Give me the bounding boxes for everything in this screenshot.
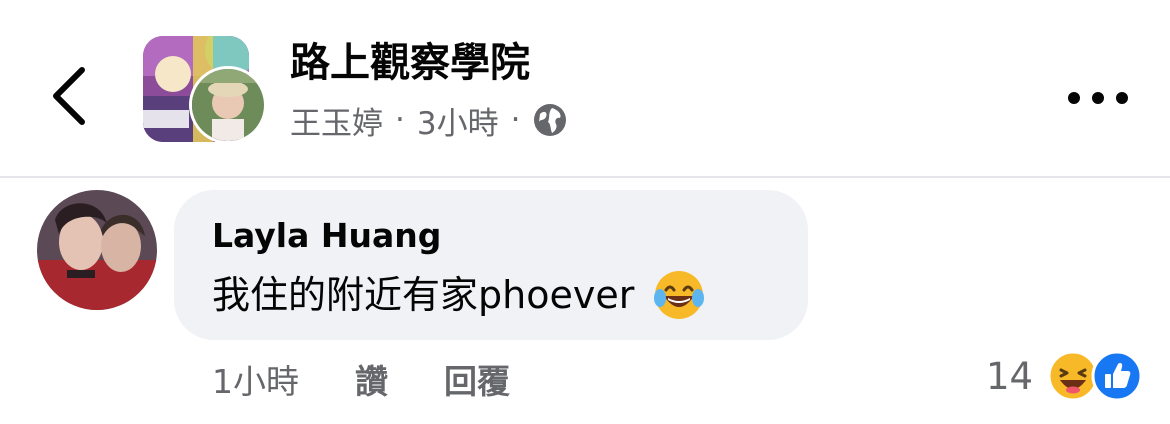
chevron-left-icon [53, 67, 85, 125]
more-options-button[interactable] [1060, 78, 1136, 118]
post-time[interactable]: 3小時 [417, 98, 499, 143]
back-button[interactable] [40, 60, 100, 132]
poster-name[interactable]: 王玉婷 [290, 98, 383, 143]
more-dot [1092, 92, 1104, 104]
separator-dot: · [510, 102, 521, 138]
comment-bubble: Layla Huang 我住的附近有家phoever [174, 190, 808, 340]
more-dot [1116, 92, 1128, 104]
more-dot [1068, 92, 1080, 104]
group-name[interactable]: 路上觀察學院 [290, 38, 530, 88]
separator-dot: · [395, 102, 405, 138]
reply-button[interactable]: 回覆 [444, 355, 510, 403]
divider [0, 176, 1170, 178]
globe-icon [532, 102, 568, 138]
post-meta: 王玉婷 · 3小時 · [290, 98, 568, 142]
comment-text-row: 我住的附近有家phoever [212, 268, 706, 322]
commenter-avatar[interactable] [37, 190, 157, 310]
laughing-tears-emoji-icon [652, 268, 706, 322]
like-button[interactable]: 讚 [355, 355, 388, 403]
post-header: 路上觀察學院 王玉婷 · 3小時 · [0, 0, 1170, 176]
comment-time[interactable]: 1小時 [212, 355, 299, 403]
comment-author[interactable]: Layla Huang [212, 214, 441, 258]
poster-avatar[interactable] [189, 66, 267, 144]
comment-actions: 1小時 讚 回覆 [212, 354, 566, 404]
like-reaction-icon [1091, 350, 1143, 402]
comment-text: 我住的附近有家phoever [212, 273, 635, 317]
reaction-summary[interactable]: 14 [986, 348, 1143, 404]
reaction-count: 14 [986, 354, 1034, 398]
